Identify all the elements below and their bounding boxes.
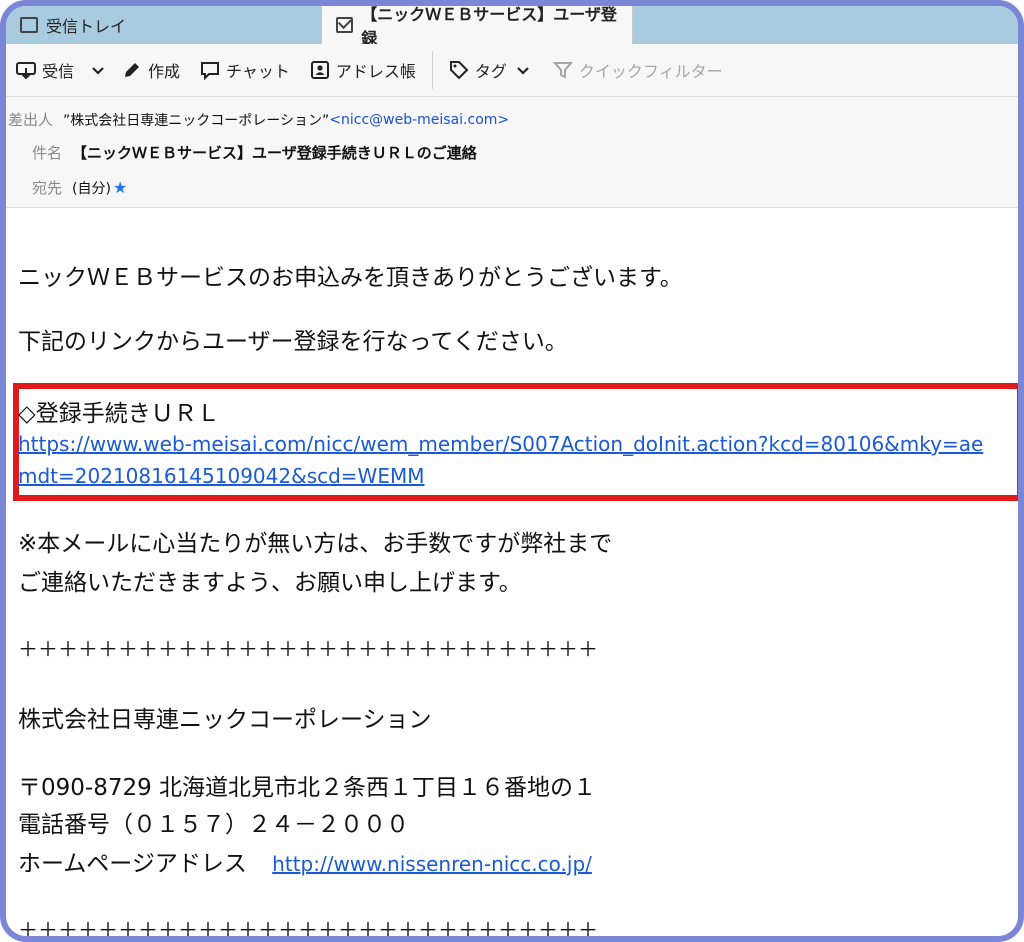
from-email[interactable]: <nicc@web-meisai.com> bbox=[329, 112, 509, 128]
write-button[interactable]: 作成 bbox=[112, 52, 190, 88]
homepage-link[interactable]: http://www.nissenren-nicc.co.jp/ bbox=[272, 852, 592, 876]
subject-row: 件名 【ニックＷＥＢサービス】ユーザ登録手続きＵＲＬのご連絡 bbox=[32, 142, 477, 163]
message-body: ニックＷＥＢサービスのお申込みを頂きありがとうございます。 下記のリンクからユー… bbox=[6, 208, 1018, 936]
to-value[interactable]: (自分) bbox=[72, 178, 111, 198]
to-label: 宛先 bbox=[32, 179, 63, 197]
to-row: 宛先 (自分) ★ bbox=[32, 177, 127, 198]
homepage-label: ホームページアドレス bbox=[18, 851, 247, 877]
tab-bar: 受信トレイ 【ニックＷＥＢサービス】ユーザ登録 bbox=[6, 6, 1018, 48]
quick-filter-label: クイックフィルター bbox=[578, 62, 723, 81]
address-book-icon bbox=[310, 60, 330, 80]
tab-inbox[interactable]: 受信トレイ bbox=[6, 6, 306, 44]
quick-filter-button[interactable]: クイックフィルター bbox=[543, 52, 733, 88]
chat-icon bbox=[200, 60, 220, 81]
homepage-row: ホームページアドレス http://www.nissenren-nicc.co.… bbox=[18, 844, 592, 878]
address-line: 〒090-8729 北海道北見市北２条西１丁目１６番地の１ bbox=[18, 775, 597, 801]
tab-inbox-label: 受信トレイ bbox=[46, 17, 127, 36]
registration-url-line-2[interactable]: mdt=20210816145109042&scd=WEMM bbox=[18, 464, 424, 488]
get-mail-label: 受信 bbox=[42, 62, 75, 81]
message-header: 差出人 ”株式会社日専連ニックコーポレーション” <nicc@web-meisa… bbox=[6, 97, 1018, 208]
notice-line-1: ※本メールに心当たりが無い方は、お手数ですが弊社まで bbox=[18, 531, 613, 557]
get-mail-button[interactable]: 受信 bbox=[6, 52, 84, 88]
tag-chevron-down-icon bbox=[513, 60, 533, 80]
tab-message[interactable]: 【ニックＷＥＢサービス】ユーザ登録 bbox=[321, 6, 633, 48]
mail-window: 受信トレイ 【ニックＷＥＢサービス】ユーザ登録 受信 作成 チャット アドレス帳… bbox=[6, 6, 1018, 936]
download-icon bbox=[16, 60, 36, 80]
envelope-icon bbox=[336, 17, 354, 33]
tag-label: タグ bbox=[474, 62, 507, 81]
body-line-1: ニックＷＥＢサービスのお申込みを頂きありがとうございます。 bbox=[18, 265, 683, 291]
company-name: 株式会社日専連ニックコーポレーション bbox=[18, 707, 432, 733]
notice-line-2: ご連絡いただきますよう、お願い申し上げます。 bbox=[18, 570, 522, 596]
subject-label: 件名 bbox=[32, 144, 63, 162]
filter-icon bbox=[552, 60, 574, 80]
tab-message-label: 【ニックＷＥＢサービス】ユーザ登録 bbox=[361, 5, 617, 48]
registration-url-line-1[interactable]: https://www.web-meisai.com/nicc/wem_memb… bbox=[18, 432, 983, 456]
url-heading: ◇登録手続きＵＲＬ bbox=[18, 401, 220, 427]
toolbar-divider bbox=[431, 51, 433, 89]
subject-value: 【ニックＷＥＢサービス】ユーザ登録手続きＵＲＬのご連絡 bbox=[72, 144, 477, 162]
body-line-2: 下記のリンクからユーザー登録を行なってください。 bbox=[18, 329, 568, 355]
chat-label: チャット bbox=[226, 62, 290, 81]
separator-1: ＋＋＋＋＋＋＋＋＋＋＋＋＋＋＋＋＋＋＋＋＋＋＋＋＋＋＋＋＋ bbox=[18, 637, 598, 661]
pencil-icon bbox=[122, 60, 142, 80]
from-row: 差出人 ”株式会社日専連ニックコーポレーション” <nicc@web-meisa… bbox=[8, 109, 509, 130]
inbox-icon bbox=[20, 17, 38, 33]
star-icon[interactable]: ★ bbox=[113, 178, 127, 197]
tag-button[interactable]: タグ bbox=[439, 52, 543, 88]
from-label: 差出人 bbox=[8, 111, 54, 129]
write-label: 作成 bbox=[148, 62, 181, 81]
address-book-button[interactable]: アドレス帳 bbox=[300, 52, 426, 88]
toolbar: 受信 作成 チャット アドレス帳 タグ クイックフィルター bbox=[6, 44, 1018, 97]
window-frame: 受信トレイ 【ニックＷＥＢサービス】ユーザ登録 受信 作成 チャット アドレス帳… bbox=[0, 0, 1024, 942]
separator-2: ＋＋＋＋＋＋＋＋＋＋＋＋＋＋＋＋＋＋＋＋＋＋＋＋＋＋＋＋＋ bbox=[18, 918, 598, 942]
tag-icon bbox=[449, 60, 469, 80]
chat-button[interactable]: チャット bbox=[190, 52, 300, 88]
get-mail-dropdown[interactable] bbox=[84, 52, 112, 88]
chevron-down-icon bbox=[88, 60, 108, 80]
address-book-label: アドレス帳 bbox=[335, 62, 416, 81]
from-name[interactable]: ”株式会社日専連ニックコーポレーション” bbox=[63, 110, 329, 130]
phone-line: 電話番号（０１５７）２４－２０００ bbox=[18, 812, 409, 838]
